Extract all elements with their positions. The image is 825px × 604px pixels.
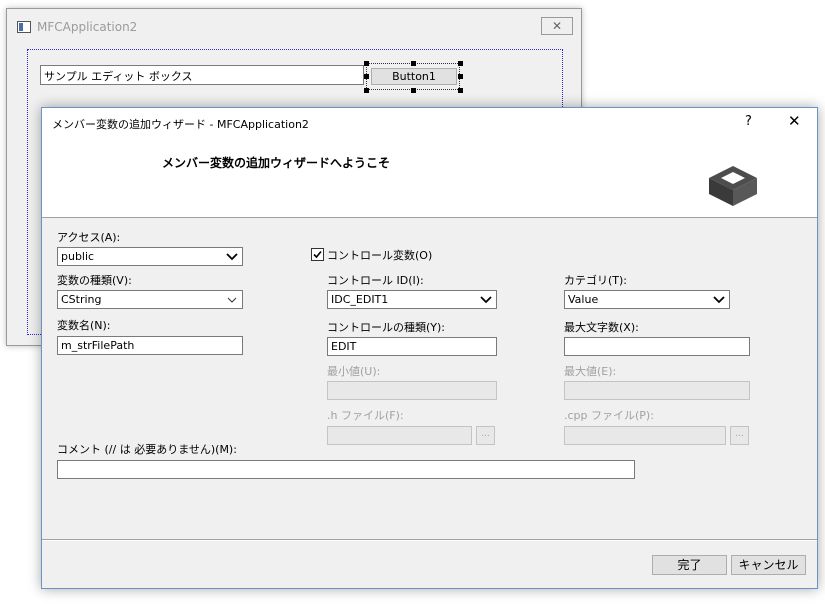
chevron-down-icon: [713, 296, 725, 304]
h-file-browse-button: ...: [476, 426, 495, 445]
max-chars-label: 最大文字数(X):: [564, 321, 639, 334]
max-value-label: 最大値(E):: [564, 365, 617, 378]
resize-handle-bottom-right[interactable]: [458, 88, 463, 93]
finish-button[interactable]: 完了: [652, 555, 727, 575]
wizard-box-icon: [709, 166, 757, 206]
cpp-file-browse-button: ...: [730, 426, 749, 445]
checkmark-icon: [313, 250, 322, 259]
resize-handle-top-mid[interactable]: [411, 61, 416, 66]
footer-separator-highlight: [42, 540, 817, 541]
min-value-input: [327, 381, 497, 400]
chevron-down-icon: [226, 253, 238, 261]
variable-name-input[interactable]: m_strFilePath: [57, 336, 243, 355]
control-type-label: コントロールの種類(Y):: [327, 321, 446, 334]
welcome-heading: メンバー変数の追加ウィザードへようこそ: [162, 156, 391, 170]
add-member-variable-wizard: メンバー変数の追加ウィザード - MFCApplication2 ? ✕ メンバ…: [41, 107, 818, 589]
comment-input[interactable]: [57, 460, 635, 479]
app-window-icon: [17, 21, 31, 33]
chevron-down-icon: [480, 296, 492, 304]
variable-name-label: 変数名(N):: [57, 319, 111, 332]
control-id-value: IDC_EDIT1: [331, 293, 389, 306]
control-type-input[interactable]: EDIT: [327, 337, 497, 356]
close-icon[interactable]: ✕: [788, 112, 801, 130]
button1-control[interactable]: Button1: [371, 68, 457, 85]
resize-handle-top-left[interactable]: [364, 61, 369, 66]
header-separator: [42, 217, 817, 218]
h-file-input: [327, 426, 472, 445]
cpp-file-input: [564, 426, 726, 445]
close-icon: ✕: [551, 19, 563, 33]
chevron-down-icon: [227, 297, 237, 303]
control-variable-label[interactable]: コントロール変数(O): [327, 247, 432, 263]
access-value: public: [61, 250, 95, 263]
control-id-combobox[interactable]: IDC_EDIT1: [327, 290, 497, 309]
resize-handle-mid-left[interactable]: [364, 74, 369, 79]
max-chars-input[interactable]: [564, 337, 750, 356]
background-window-title: MFCApplication2: [37, 20, 138, 34]
help-icon[interactable]: ?: [745, 114, 752, 129]
resize-handle-mid-right[interactable]: [458, 74, 463, 79]
cancel-button[interactable]: キャンセル: [731, 555, 806, 575]
resize-handle-bottom-left[interactable]: [364, 88, 369, 93]
control-id-label: コントロール ID(I):: [327, 274, 424, 287]
category-label: カテゴリ(T):: [564, 274, 628, 287]
min-value-label: 最小値(U):: [327, 365, 381, 378]
control-variable-checkbox[interactable]: [311, 248, 324, 261]
wizard-header: メンバー変数の追加ウィザード - MFCApplication2 ? ✕ メンバ…: [42, 108, 817, 217]
comment-label: コメント (// は 必要ありません)(M):: [57, 443, 237, 456]
category-value: Value: [568, 293, 599, 306]
variable-type-value: CString: [61, 293, 102, 306]
access-label: アクセス(A):: [57, 231, 121, 244]
access-combobox[interactable]: public: [57, 247, 243, 266]
cpp-file-label: .cpp ファイル(P):: [564, 409, 654, 422]
sample-edit-box[interactable]: サンプル エディット ボックス: [40, 65, 364, 85]
max-value-input: [564, 381, 750, 400]
variable-type-label: 変数の種類(V):: [57, 274, 132, 287]
variable-type-combobox[interactable]: CString: [57, 290, 243, 309]
category-combobox[interactable]: Value: [564, 290, 730, 309]
wizard-title: メンバー変数の追加ウィザード - MFCApplication2: [52, 118, 309, 131]
resize-handle-top-right[interactable]: [458, 61, 463, 66]
resize-handle-bottom-mid[interactable]: [411, 88, 416, 93]
background-close-button[interactable]: ✕: [541, 17, 573, 35]
background-titlebar: MFCApplication2 ✕: [7, 9, 581, 43]
h-file-label: .h ファイル(F):: [327, 409, 404, 422]
